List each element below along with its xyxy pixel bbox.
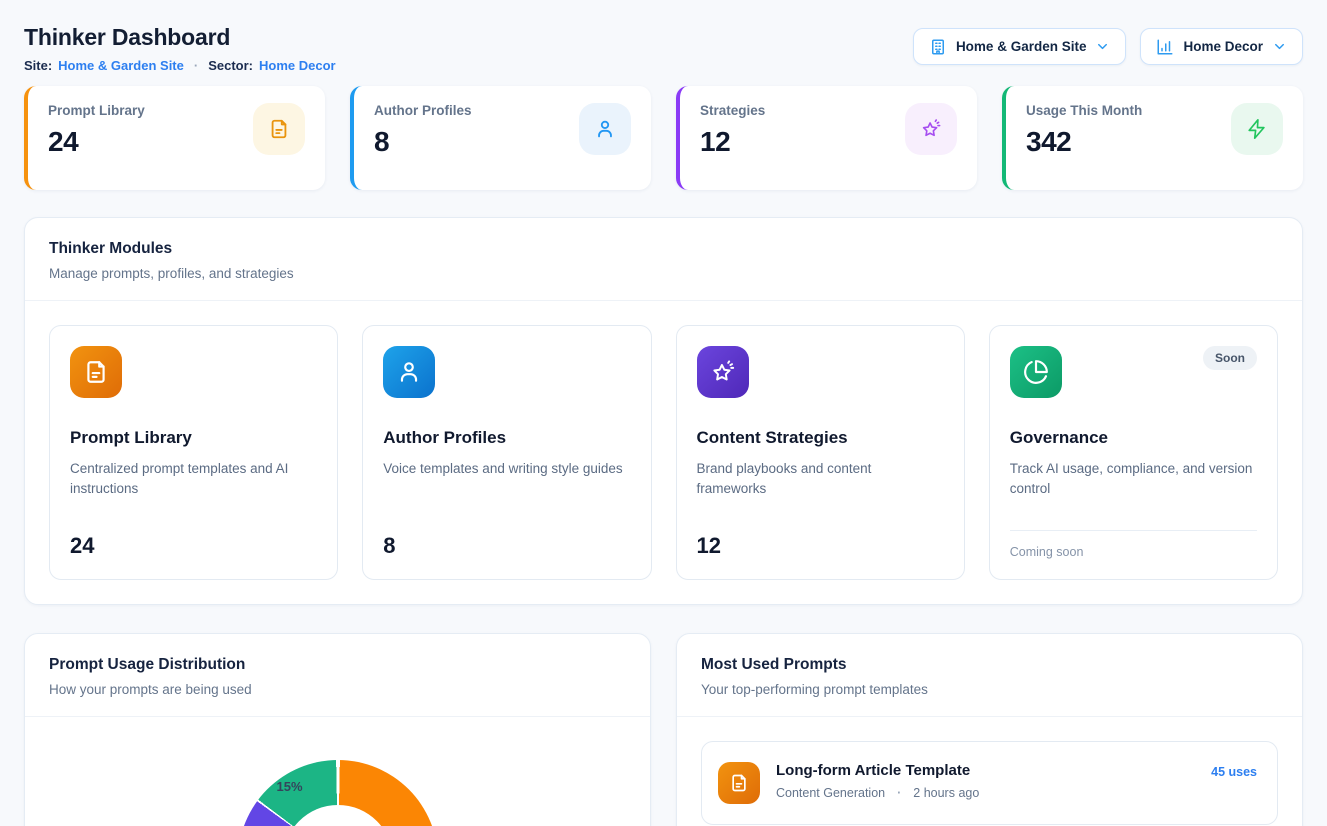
modules-grid: Prompt Library Centralized prompt templa… xyxy=(25,301,1302,604)
building-icon xyxy=(929,38,947,56)
prompt-item-category: Content Generation xyxy=(776,786,885,800)
most-used-prompts-card: Most Used Prompts Your top-performing pr… xyxy=(676,633,1303,826)
stat-label: Author Profiles xyxy=(374,103,472,118)
section-title: Thinker Modules xyxy=(49,240,1278,258)
stat-value: 12 xyxy=(700,126,765,158)
document-icon xyxy=(718,762,760,804)
stat-text: Author Profiles 8 xyxy=(374,103,472,158)
prompt-list-item[interactable]: Long-form Article Template Content Gener… xyxy=(701,741,1278,825)
chevron-down-icon xyxy=(1095,39,1110,54)
section-subtitle: Your top-performing prompt templates xyxy=(701,682,1278,697)
user-icon xyxy=(383,346,435,398)
modules-panel: Thinker Modules Manage prompts, profiles… xyxy=(24,217,1303,605)
dot-separator: · xyxy=(190,58,202,73)
site-label: Site: xyxy=(24,58,52,73)
donut-chart: 15% xyxy=(238,760,438,826)
sector-link[interactable]: Home Decor xyxy=(259,58,336,73)
prompt-item-uses-badge: 45 uses xyxy=(1211,765,1257,779)
pie-chart-icon xyxy=(1010,346,1062,398)
module-description: Centralized prompt templates and AI inst… xyxy=(70,459,317,500)
soon-badge: Soon xyxy=(1203,346,1257,370)
site-link[interactable]: Home & Garden Site xyxy=(58,58,184,73)
prompts-card-header: Most Used Prompts Your top-performing pr… xyxy=(677,634,1302,717)
dashboard-page: Thinker Dashboard Site: Home & Garden Si… xyxy=(0,0,1327,826)
modules-panel-header: Thinker Modules Manage prompts, profiles… xyxy=(25,218,1302,301)
stat-text: Prompt Library 24 xyxy=(48,103,145,158)
module-card-prompt-library[interactable]: Prompt Library Centralized prompt templa… xyxy=(49,325,338,580)
stats-row: Prompt Library 24 Author Profiles 8 xyxy=(24,86,1303,190)
bottom-row: Prompt Usage Distribution How your promp… xyxy=(24,633,1303,826)
module-title: Content Strategies xyxy=(697,428,944,448)
stat-label: Usage This Month xyxy=(1026,103,1142,118)
usage-distribution-card: Prompt Usage Distribution How your promp… xyxy=(24,633,651,826)
chevron-down-icon xyxy=(1272,39,1287,54)
title-block: Thinker Dashboard Site: Home & Garden Si… xyxy=(24,24,336,73)
stat-value: 24 xyxy=(48,126,145,158)
sector-selector-button[interactable]: Home Decor xyxy=(1140,28,1303,65)
breadcrumb: Site: Home & Garden Site · Sector: Home … xyxy=(24,58,336,73)
document-icon xyxy=(70,346,122,398)
module-footer: Coming soon xyxy=(1010,530,1257,559)
module-title: Author Profiles xyxy=(383,428,630,448)
module-count: 24 xyxy=(70,533,317,559)
prompts-list: Long-form Article Template Content Gener… xyxy=(677,717,1302,826)
stat-text: Strategies 12 xyxy=(700,103,765,158)
donut-segment-label: 15% xyxy=(273,779,307,794)
stat-value: 342 xyxy=(1026,126,1142,158)
prompt-item-text: Long-form Article Template Content Gener… xyxy=(776,762,1211,800)
section-subtitle: Manage prompts, profiles, and strategies xyxy=(49,266,1278,281)
chart-body: 15% xyxy=(25,760,650,826)
prompt-item-title: Long-form Article Template xyxy=(776,762,1211,779)
document-icon xyxy=(253,103,305,155)
module-card-author-profiles[interactable]: Author Profiles Voice templates and writ… xyxy=(362,325,651,580)
stat-card-strategies: Strategies 12 xyxy=(676,86,977,190)
section-subtitle: How your prompts are being used xyxy=(49,682,626,697)
module-title: Governance xyxy=(1010,428,1257,448)
stat-card-usage: Usage This Month 342 xyxy=(1002,86,1303,190)
stat-label: Strategies xyxy=(700,103,765,118)
module-description: Brand playbooks and content frameworks xyxy=(697,459,944,500)
module-card-governance[interactable]: Soon Governance Track AI usage, complian… xyxy=(989,325,1278,580)
module-count: 8 xyxy=(383,533,630,559)
dot-separator: · xyxy=(893,786,905,800)
module-title: Prompt Library xyxy=(70,428,317,448)
section-title: Most Used Prompts xyxy=(701,656,1278,674)
stat-value: 8 xyxy=(374,126,472,158)
module-description: Voice templates and writing style guides xyxy=(383,459,630,479)
site-selector-label: Home & Garden Site xyxy=(956,39,1087,54)
chart-card-header: Prompt Usage Distribution How your promp… xyxy=(25,634,650,717)
module-description: Track AI usage, compliance, and version … xyxy=(1010,459,1257,500)
bar-chart-icon xyxy=(1156,38,1174,56)
site-selector-button[interactable]: Home & Garden Site xyxy=(913,28,1127,65)
topbar: Thinker Dashboard Site: Home & Garden Si… xyxy=(24,24,1303,73)
stat-card-author-profiles: Author Profiles 8 xyxy=(350,86,651,190)
module-card-content-strategies[interactable]: Content Strategies Brand playbooks and c… xyxy=(676,325,965,580)
sector-label: Sector: xyxy=(208,58,253,73)
section-title: Prompt Usage Distribution xyxy=(49,656,626,674)
lightning-icon xyxy=(1231,103,1283,155)
sparkle-star-icon xyxy=(905,103,957,155)
stat-card-prompt-library: Prompt Library 24 xyxy=(24,86,325,190)
stat-label: Prompt Library xyxy=(48,103,145,118)
sparkle-star-icon xyxy=(697,346,749,398)
user-icon xyxy=(579,103,631,155)
sector-selector-label: Home Decor xyxy=(1183,39,1263,54)
prompt-item-time: 2 hours ago xyxy=(913,786,979,800)
module-count: 12 xyxy=(697,533,944,559)
stat-text: Usage This Month 342 xyxy=(1026,103,1142,158)
page-title: Thinker Dashboard xyxy=(24,24,336,51)
top-actions: Home & Garden Site Home Decor xyxy=(913,28,1303,65)
prompt-item-meta: Content Generation · 2 hours ago xyxy=(776,786,1211,800)
